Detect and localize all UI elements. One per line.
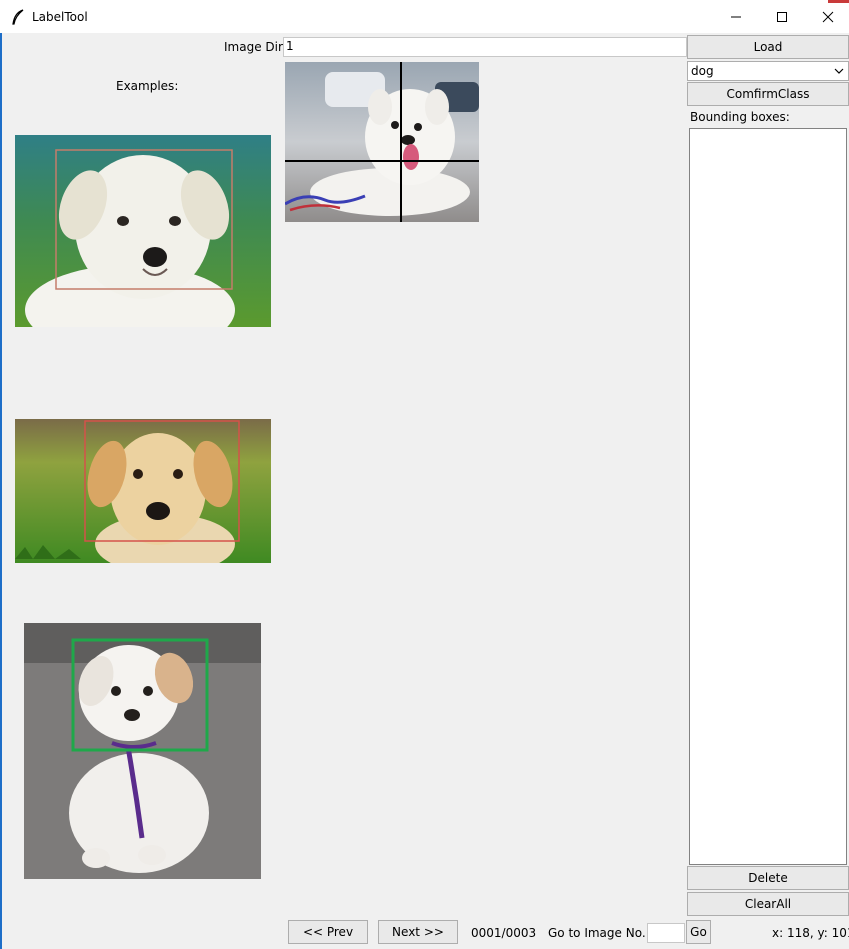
feather-icon	[12, 9, 24, 25]
load-button[interactable]: Load	[687, 35, 849, 59]
main-image-canvas[interactable]	[285, 62, 479, 222]
prev-button[interactable]: << Prev	[288, 920, 368, 944]
chevron-down-icon	[834, 68, 844, 74]
maximize-icon	[777, 11, 787, 22]
image-dir-label: Image Dir:	[224, 40, 287, 54]
example-image-3	[24, 623, 261, 879]
delete-button[interactable]: Delete	[687, 866, 849, 890]
go-button[interactable]: Go	[686, 920, 711, 944]
minimize-button[interactable]	[713, 0, 759, 33]
progress-label: 0001/0003	[471, 926, 537, 940]
examples-label: Examples:	[116, 79, 179, 93]
goto-image-input[interactable]	[647, 923, 685, 943]
minimize-icon	[731, 16, 741, 17]
goto-label: Go to Image No.	[548, 926, 646, 940]
maximize-button[interactable]	[759, 0, 805, 33]
bounding-boxes-list[interactable]	[689, 128, 847, 865]
example-image-2	[15, 419, 271, 563]
class-select-value: dog	[691, 64, 714, 78]
window-title: LabelTool	[32, 10, 88, 24]
close-button[interactable]	[805, 0, 849, 33]
image-dir-input[interactable]: 1	[283, 37, 687, 57]
next-button[interactable]: Next >>	[378, 920, 458, 944]
example-image-1	[15, 135, 271, 327]
cursor-coordinates: x: 118, y: 101	[772, 926, 849, 940]
class-select[interactable]: dog	[687, 61, 849, 81]
bounding-boxes-label: Bounding boxes:	[690, 110, 790, 124]
close-icon	[822, 11, 834, 22]
clear-all-button[interactable]: ClearAll	[687, 892, 849, 916]
confirm-class-button[interactable]: ComfirmClass	[687, 82, 849, 106]
window-left-edge	[0, 33, 2, 949]
